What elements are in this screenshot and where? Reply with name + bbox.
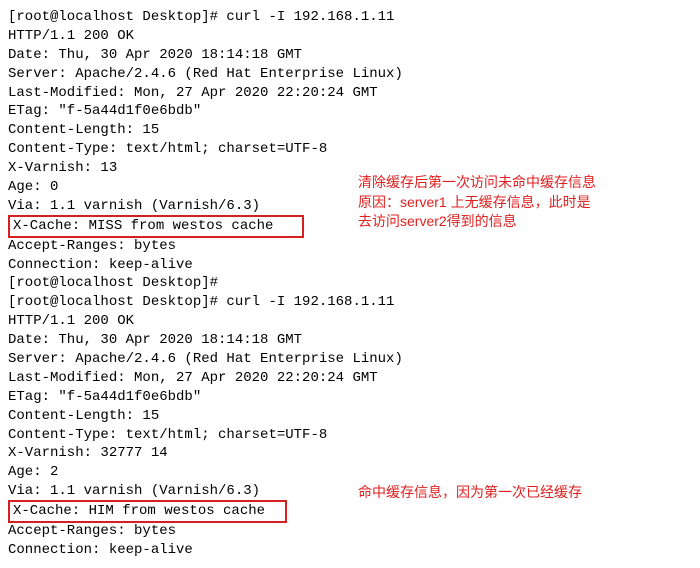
header-last-modified: Last-Modified: Mon, 27 Apr 2020 22:20:24… [8,369,692,388]
header-x-varnish: X-Varnish: 32777 14 [8,444,692,463]
header-x-cache-hit-highlighted: X-Cache: HIM from westos cache [8,501,692,522]
terminal-output-container: [root@localhost Desktop]# curl -I 192.16… [8,8,692,560]
prompt-line-empty: [root@localhost Desktop]# [8,274,692,293]
header-connection: Connection: keep-alive [8,541,692,560]
http-status-line: HTTP/1.1 200 OK [8,312,692,331]
header-etag: ETag: "f-5a44d1f0e6bdb" [8,102,692,121]
header-accept-ranges: Accept-Ranges: bytes [8,522,692,541]
header-last-modified: Last-Modified: Mon, 27 Apr 2020 22:20:24… [8,84,692,103]
header-date: Date: Thu, 30 Apr 2020 18:14:18 GMT [8,331,692,350]
annotation-hit-explanation: 命中缓存信息，因为第一次已经缓存 [358,483,700,503]
red-highlight-box: X-Cache: HIM from westos cache [8,500,287,523]
red-highlight-box: X-Cache: MISS from westos cache [8,215,304,238]
header-server: Server: Apache/2.4.6 (Red Hat Enterprise… [8,350,692,369]
prompt-line: [root@localhost Desktop]# curl -I 192.16… [8,293,692,312]
header-content-type: Content-Type: text/html; charset=UTF-8 [8,140,692,159]
header-content-type: Content-Type: text/html; charset=UTF-8 [8,426,692,445]
annotation-line: 去访问server2得到的信息 [358,213,517,229]
header-etag: ETag: "f-5a44d1f0e6bdb" [8,388,692,407]
header-server: Server: Apache/2.4.6 (Red Hat Enterprise… [8,65,692,84]
header-content-length: Content-Length: 15 [8,407,692,426]
prompt-line: [root@localhost Desktop]# curl -I 192.16… [8,8,692,27]
http-status-line: HTTP/1.1 200 OK [8,27,692,46]
annotation-miss-explanation: 清除缓存后第一次访问未命中缓存信息 原因：server1 上无缓存信息，此时是 … [358,173,700,232]
annotation-line: 命中缓存信息，因为第一次已经缓存 [358,484,582,500]
header-content-length: Content-Length: 15 [8,121,692,140]
annotation-line: 原因：server1 上无缓存信息，此时是 [358,194,591,210]
header-date: Date: Thu, 30 Apr 2020 18:14:18 GMT [8,46,692,65]
header-age: Age: 2 [8,463,692,482]
header-connection: Connection: keep-alive [8,256,692,275]
header-accept-ranges: Accept-Ranges: bytes [8,237,692,256]
annotation-line: 清除缓存后第一次访问未命中缓存信息 [358,174,596,190]
